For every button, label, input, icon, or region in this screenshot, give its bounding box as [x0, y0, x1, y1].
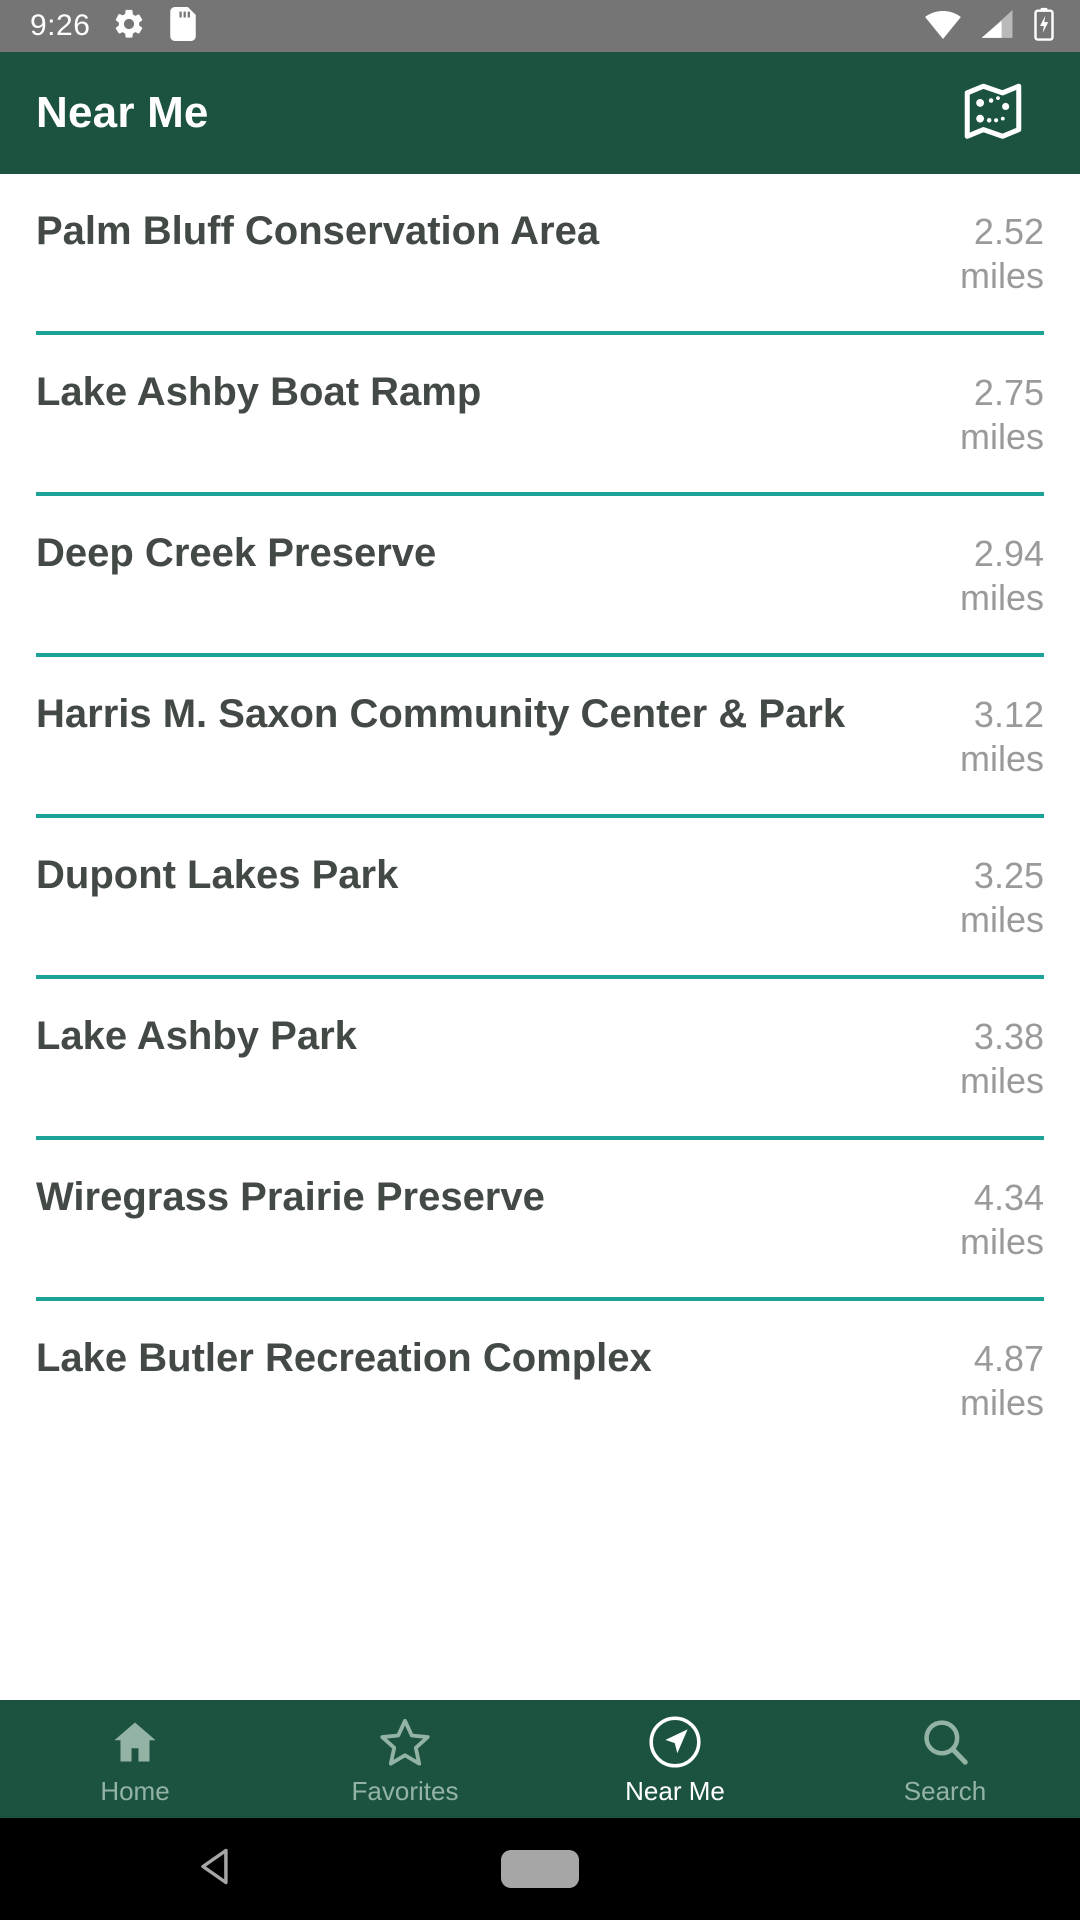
status-bar-left: 9:26 [18, 6, 198, 46]
distance-value: 2.94 [973, 533, 1044, 574]
distance-value: 3.25 [973, 855, 1044, 896]
nav-label-search: Search [903, 1776, 987, 1806]
search-icon [918, 1714, 972, 1770]
home-pill-icon[interactable] [501, 1850, 579, 1888]
place-name: Deep Creek Preserve [36, 531, 437, 575]
nav-item-search[interactable]: Search [810, 1700, 1080, 1818]
navigation-arrow-icon [647, 1714, 703, 1770]
list-item[interactable]: Lake Ashby Park 3.38 miles [0, 979, 1080, 1136]
distance-unit: miles [959, 576, 1044, 618]
app-bar: Near Me [0, 52, 1080, 174]
place-name: Lake Ashby Park [36, 1014, 357, 1058]
distance-unit: miles [959, 1381, 1044, 1423]
list-item[interactable]: Palm Bluff Conservation Area 2.52 miles [0, 174, 1080, 331]
phone-screen: 9:26 Near Me Palm Bluff Conservation Are… [0, 0, 1080, 1920]
list-item[interactable]: Wiregrass Prairie Preserve 4.34 miles [0, 1140, 1080, 1297]
battery-charging-icon [1032, 7, 1056, 46]
place-distance: 4.87 miles [929, 1337, 1044, 1425]
place-distance: 3.25 miles [929, 854, 1044, 942]
distance-unit: miles [959, 1220, 1044, 1262]
gear-icon [112, 7, 146, 46]
cellular-signal-icon [980, 8, 1014, 45]
status-bar-clock: 9:26 [30, 9, 91, 42]
list-item[interactable]: Harris M. Saxon Community Center & Park … [0, 657, 1080, 814]
list-item[interactable]: Lake Butler Recreation Complex 4.87 mile… [0, 1301, 1080, 1458]
status-bar: 9:26 [0, 0, 1080, 52]
near-me-list[interactable]: Palm Bluff Conservation Area 2.52 miles … [0, 174, 1080, 1920]
place-name: Wiregrass Prairie Preserve [36, 1175, 545, 1219]
list-item[interactable]: Deep Creek Preserve 2.94 miles [0, 496, 1080, 653]
distance-unit: miles [959, 1059, 1044, 1101]
page-title: Near Me [36, 88, 209, 137]
distance-value: 4.87 [973, 1338, 1044, 1379]
distance-unit: miles [959, 254, 1044, 296]
home-icon [109, 1714, 161, 1770]
place-distance: 3.12 miles [929, 693, 1044, 781]
bottom-navigation: Home Favorites Near Me Search [0, 1700, 1080, 1818]
nav-label-favorites: Favorites [351, 1776, 459, 1806]
place-distance: 2.75 miles [929, 371, 1044, 459]
nav-item-favorites[interactable]: Favorites [270, 1700, 540, 1818]
app-bar-actions [962, 80, 1044, 147]
nav-item-near-me[interactable]: Near Me [540, 1700, 810, 1818]
distance-value: 2.52 [973, 211, 1044, 252]
place-distance: 4.34 miles [929, 1176, 1044, 1264]
back-triangle-icon[interactable] [196, 1847, 234, 1892]
place-name: Dupont Lakes Park [36, 853, 399, 897]
distance-value: 3.38 [973, 1016, 1044, 1057]
wifi-icon [924, 8, 962, 45]
distance-unit: miles [959, 898, 1044, 940]
place-name: Palm Bluff Conservation Area [36, 209, 600, 253]
distance-unit: miles [959, 737, 1044, 779]
place-name: Harris M. Saxon Community Center & Park [36, 692, 846, 736]
system-navigation-bar [0, 1818, 1080, 1920]
distance-value: 3.12 [973, 694, 1044, 735]
place-name: Lake Ashby Boat Ramp [36, 370, 482, 414]
distance-value: 2.75 [973, 372, 1044, 413]
map-icon[interactable] [962, 80, 1024, 147]
place-distance: 2.52 miles [929, 210, 1044, 298]
nav-item-home[interactable]: Home [0, 1700, 270, 1818]
distance-unit: miles [959, 415, 1044, 457]
status-bar-right [924, 7, 1062, 46]
place-distance: 3.38 miles [929, 1015, 1044, 1103]
list-item[interactable]: Lake Ashby Boat Ramp 2.75 miles [0, 335, 1080, 492]
place-distance: 2.94 miles [929, 532, 1044, 620]
star-icon [378, 1714, 432, 1770]
nav-label-home: Home [100, 1776, 170, 1806]
sd-card-icon [168, 6, 198, 46]
nav-label-near-me: Near Me [625, 1776, 725, 1806]
place-name: Lake Butler Recreation Complex [36, 1336, 652, 1380]
list-item[interactable]: Dupont Lakes Park 3.25 miles [0, 818, 1080, 975]
distance-value: 4.34 [973, 1177, 1044, 1218]
